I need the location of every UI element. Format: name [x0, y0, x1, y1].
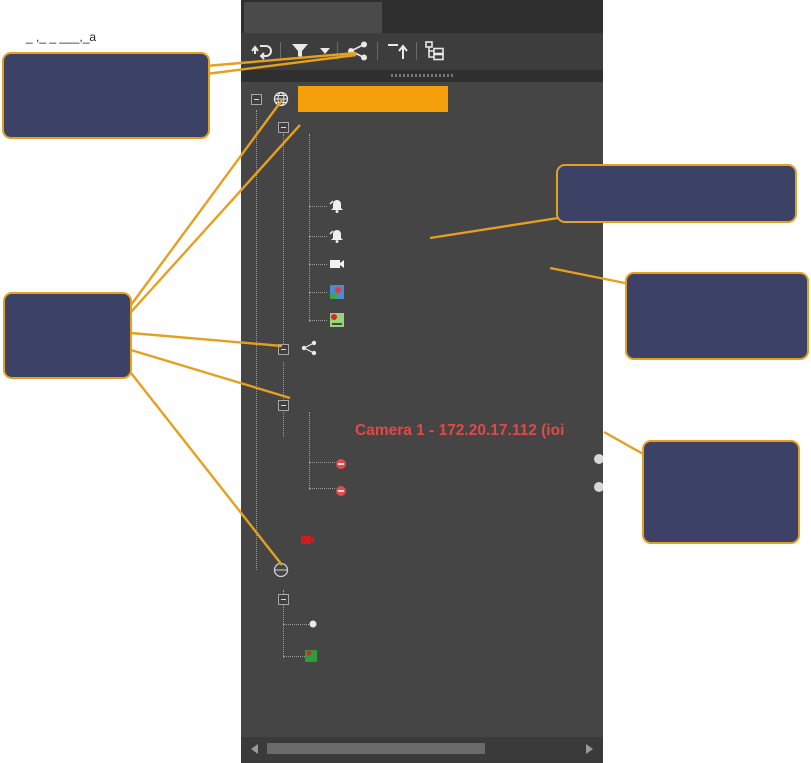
callout-camera-error	[642, 440, 800, 544]
callout-tree-nodes	[3, 292, 132, 379]
callout-device-info	[625, 272, 809, 360]
callout-device-items	[556, 164, 797, 223]
callout-toolbar	[2, 52, 210, 139]
